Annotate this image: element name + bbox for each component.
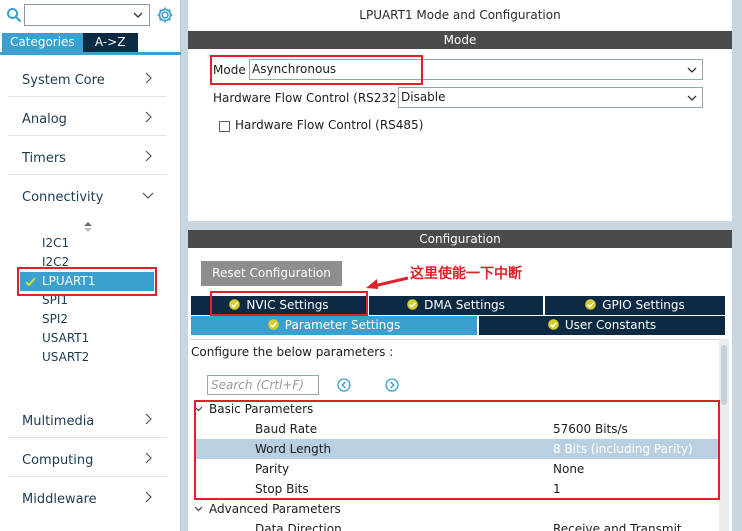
page-title: LPUART1 Mode and Configuration: [188, 0, 732, 31]
tab-user-constants[interactable]: User Constants: [479, 316, 725, 335]
annotation-arrow-icon: [366, 276, 409, 289]
chevron-right-icon: [145, 413, 152, 425]
category-system-core[interactable]: System Core: [0, 59, 175, 97]
chevron-down-icon: [133, 12, 143, 18]
tab-gpio-settings[interactable]: GPIO Settings: [545, 296, 725, 315]
hfc-rs232-value: Disable: [401, 90, 446, 104]
divider: [8, 135, 167, 136]
mode-section: Mode Asynchronous Hardware Flow Control …: [188, 49, 732, 221]
divider: [8, 437, 167, 438]
peripheral-i2c1[interactable]: I2C1: [42, 234, 69, 253]
divider: [8, 96, 167, 97]
hfc-rs232-label: Hardware Flow Control (RS232): [213, 91, 402, 105]
parameter-search-input[interactable]: Search (Crtl+F): [207, 375, 319, 395]
category-tabs: Categories A->Z: [2, 33, 138, 52]
search-combo[interactable]: [24, 4, 150, 26]
vertical-scrollbar[interactable]: [719, 339, 729, 531]
divider: [8, 174, 167, 175]
instructions-text: Configure the below parameters :: [191, 345, 394, 359]
highlight-box-mode: [210, 55, 423, 85]
category-label: Computing: [22, 453, 94, 468]
chevron-right-icon: [145, 150, 152, 162]
ok-check-icon: [267, 319, 279, 330]
highlight-box-nvic: [210, 291, 368, 316]
hfc-rs232-select[interactable]: Disable: [398, 87, 703, 108]
configuration-header: Configuration: [188, 230, 732, 248]
tab-categories[interactable]: Categories: [2, 33, 83, 52]
chevron-down-icon: [687, 95, 697, 101]
chevron-down-icon: [687, 67, 697, 73]
category-timers[interactable]: Timers: [0, 137, 175, 175]
ok-check-icon: [548, 319, 559, 330]
tab-label: DMA Settings: [424, 298, 505, 312]
chevron-down-icon: [142, 192, 154, 199]
tab-dma-settings[interactable]: DMA Settings: [369, 296, 543, 315]
chevron-right-icon: [145, 72, 152, 84]
divider: [8, 476, 167, 477]
highlight-box-lpuart1: [17, 267, 157, 296]
tab-parameter-settings[interactable]: Parameter Settings: [191, 316, 477, 335]
category-label: Middleware: [22, 492, 97, 507]
tab-underline: [0, 52, 181, 55]
advanced-parameters-group[interactable]: Advanced Parameters: [194, 499, 341, 519]
annotation-text: 这里使能一下中断: [410, 266, 522, 282]
category-multimedia[interactable]: Multimedia: [0, 400, 175, 438]
category-computing[interactable]: Computing: [0, 439, 175, 477]
hfc-rs485-label: Hardware Flow Control (RS485): [235, 118, 424, 132]
param-value: Receive and Transmit: [553, 522, 682, 531]
category-label: Multimedia: [22, 414, 95, 429]
category-label: Analog: [22, 112, 67, 127]
param-name: Data Direction: [255, 522, 342, 531]
chevron-right-icon: [145, 452, 152, 464]
category-analog[interactable]: Analog: [0, 98, 175, 136]
collapse-icon: [194, 506, 203, 512]
hfc-rs485-checkbox[interactable]: [219, 121, 230, 132]
left-panel: Categories A->Z System Core Analog Timer…: [0, 0, 181, 531]
highlight-box-basic-params: [194, 400, 720, 500]
param-row-data-direction[interactable]: Data Direction Receive and Transmit: [194, 519, 718, 531]
chevron-right-icon: [145, 111, 152, 123]
ok-check-icon: [585, 299, 597, 310]
ok-check-icon: [407, 299, 418, 310]
tab-label: User Constants: [564, 318, 657, 332]
sort-icon[interactable]: [84, 222, 92, 232]
search-row: [4, 4, 180, 26]
peripheral-usart1[interactable]: USART1: [42, 329, 89, 348]
previous-result-icon[interactable]: [337, 378, 351, 392]
mode-header: Mode: [188, 31, 732, 49]
category-connectivity[interactable]: Connectivity: [0, 176, 175, 214]
configuration-section: Reset Configuration NVIC Settings DMA Se…: [188, 248, 732, 531]
category-middleware[interactable]: Middleware: [0, 478, 175, 516]
peripheral-usart2[interactable]: USART2: [42, 348, 89, 367]
gear-icon[interactable]: [156, 6, 174, 24]
search-icon: [7, 8, 22, 23]
tab-label: GPIO Settings: [602, 298, 685, 312]
next-result-icon[interactable]: [385, 378, 399, 392]
group-label: Advanced Parameters: [209, 502, 341, 516]
reset-configuration-button[interactable]: Reset Configuration: [201, 261, 342, 286]
chevron-right-icon: [145, 491, 152, 503]
category-label: Timers: [22, 151, 66, 166]
peripheral-spi2[interactable]: SPI2: [42, 310, 68, 329]
tab-a-to-z[interactable]: A->Z: [82, 33, 138, 52]
tab-label: Parameter Settings: [284, 318, 401, 332]
category-label: System Core: [22, 73, 105, 88]
category-label: Connectivity: [22, 190, 104, 205]
scrollbar-thumb[interactable]: [721, 345, 727, 405]
